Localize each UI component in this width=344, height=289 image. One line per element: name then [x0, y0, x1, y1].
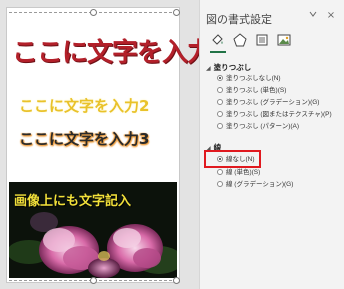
selection-handle-bottom[interactable] [90, 277, 97, 284]
fill-section-label: 塗りつぶし [213, 63, 252, 72]
size-properties-icon[interactable] [254, 32, 270, 48]
radio-icon [217, 75, 223, 81]
selection-handle-bottom-right[interactable] [173, 277, 180, 284]
peony-photo[interactable]: 画像上にも文字記入 [9, 182, 177, 278]
highlight-box [204, 150, 261, 168]
chevron-down-icon[interactable] [306, 9, 320, 23]
fill-option-pattern[interactable]: 塗りつぶし (パターン)(A) [217, 122, 299, 132]
line-option-solid[interactable]: 線 (単色)(S) [217, 168, 260, 178]
radio-icon [217, 169, 223, 175]
selection-handle-top[interactable] [90, 9, 97, 16]
picture-icon[interactable] [276, 32, 292, 48]
document-canvas: ここに文字を入力1 ここに文字を入力2 ここに文字を入力3 画像上にも文字記入 [0, 0, 230, 289]
radio-icon [217, 181, 223, 187]
format-picture-pane: 図の書式設定 × ◢ 塗りつぶし 塗りつぶしなし(N) 塗りつぶし (単色)(S… [199, 0, 344, 289]
close-icon[interactable]: × [324, 9, 338, 23]
fill-option-picture[interactable]: 塗りつぶし (図またはテクスチャ)(P) [217, 110, 332, 120]
radio-icon [217, 99, 223, 105]
fill-line-icon[interactable] [210, 32, 226, 48]
text-box-3[interactable]: ここに文字を入力3 [19, 128, 149, 149]
pane-title: 図の書式設定 [206, 14, 272, 26]
active-tab-indicator [210, 51, 226, 53]
text-box-1[interactable]: ここに文字を入力1 [12, 32, 230, 69]
line-option-gradient[interactable]: 線 (グラデーション)(G) [217, 180, 293, 190]
selection-handle-top-right[interactable] [173, 9, 180, 16]
fill-option-gradient[interactable]: 塗りつぶし (グラデーション)(G) [217, 98, 319, 108]
caret-down-icon: ◢ [206, 66, 211, 72]
fill-option-none[interactable]: 塗りつぶしなし(N) [217, 74, 281, 84]
document-page[interactable]: ここに文字を入力1 ここに文字を入力2 ここに文字を入力3 画像上にも文字記入 [6, 7, 230, 284]
text-box-2[interactable]: ここに文字を入力2 [19, 95, 149, 116]
image-caption[interactable]: 画像上にも文字記入 [14, 190, 131, 209]
fill-section-header[interactable]: ◢ 塗りつぶし [206, 62, 251, 73]
fill-option-solid[interactable]: 塗りつぶし (単色)(S) [217, 86, 286, 96]
radio-icon [217, 87, 223, 93]
effects-icon[interactable] [232, 32, 248, 48]
radio-icon [217, 123, 223, 129]
radio-icon [217, 111, 223, 117]
